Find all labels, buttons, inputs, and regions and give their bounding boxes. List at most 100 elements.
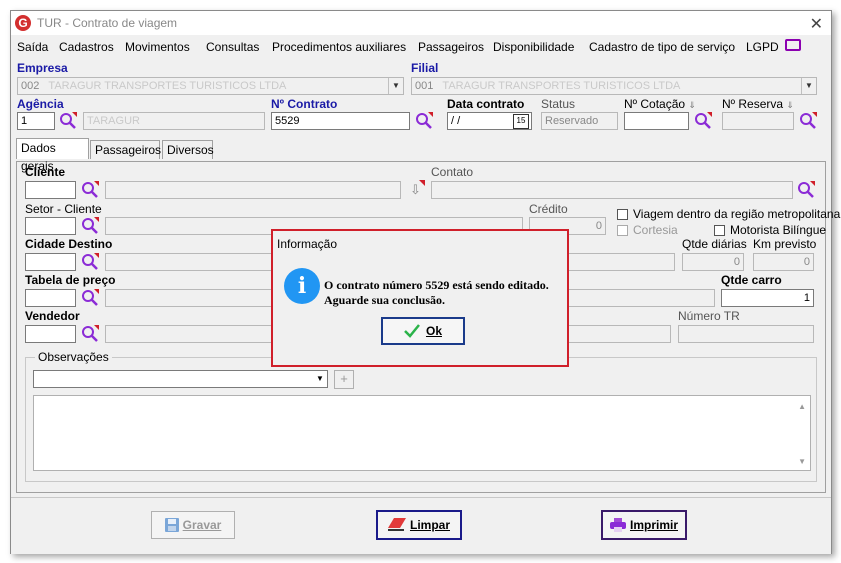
dialog-title: Informação [277, 237, 338, 251]
filial-select[interactable]: 001 TARAGUR TRANSPORTES TURISTICOS LTDA … [411, 77, 817, 95]
status-value: Reservado [541, 112, 618, 130]
observacoes-label: Observações [35, 350, 112, 364]
setor-input[interactable] [25, 217, 76, 235]
data-contrato-input[interactable]: / / 15 [447, 112, 532, 130]
cotacao-label: Nº Cotação ⇓ [624, 97, 696, 111]
gravar-button[interactable]: Gravar [151, 511, 235, 539]
imprimir-button[interactable]: Imprimir [601, 510, 687, 540]
search-icon[interactable] [81, 325, 99, 343]
chevron-down-icon[interactable]: ▼ [801, 78, 816, 94]
arrow-down-icon: ⇓ [688, 100, 696, 110]
numero-tr-input [678, 325, 814, 343]
menu-cadastro-tipo-servico[interactable]: Cadastro de tipo de serviço [589, 40, 735, 54]
tab-diversos[interactable]: Diversos [162, 140, 214, 159]
qtde-carro-input[interactable]: 1 [721, 289, 814, 307]
reserva-label: Nº Reserva ⇓ [722, 97, 794, 111]
search-icon[interactable] [415, 112, 433, 130]
vendedor-label: Vendedor [25, 309, 80, 323]
numero-tr-label: Número TR [678, 309, 740, 323]
button-bar: Gravar Limpar Imprimir [11, 497, 831, 554]
tabela-label: Tabela de preço [25, 273, 116, 287]
cliente-input[interactable] [25, 181, 76, 199]
dialog-message-line2: Aguarde sua conclusão. [324, 293, 446, 307]
cidade-input[interactable] [25, 253, 76, 271]
ok-button[interactable]: Ok [381, 317, 465, 345]
scroll-down-icon[interactable]: ▼ [798, 457, 806, 466]
credito-label: Crédito [529, 202, 568, 216]
search-icon[interactable] [81, 217, 99, 235]
cortesia-label: Cortesia [633, 223, 678, 237]
empresa-code: 002 [21, 80, 40, 92]
contrato-input[interactable]: 5529 [271, 112, 410, 130]
menu-saida[interactable]: Saída [17, 40, 48, 54]
menu-passageiros[interactable]: Passageiros [418, 40, 484, 54]
km-previsto-value: 0 [753, 253, 814, 271]
checkmark-icon [404, 324, 420, 338]
info-icon: i [284, 268, 320, 304]
qtde-diarias-value: 0 [682, 253, 744, 271]
ok-label: Ok [425, 324, 442, 338]
vendedor-input[interactable] [25, 325, 76, 343]
printer-icon [609, 518, 626, 532]
dialog-message: O contrato número 5529 está sendo editad… [324, 278, 549, 308]
required-marker-icon [419, 180, 425, 186]
search-icon[interactable] [799, 112, 817, 130]
search-icon[interactable] [59, 112, 77, 130]
menu-lgpd[interactable]: LGPD [746, 40, 779, 54]
observacoes-textarea[interactable]: ▲ ▼ [33, 395, 811, 471]
motorista-bilingue-checkbox[interactable] [714, 225, 725, 236]
cotacao-input[interactable] [624, 112, 689, 130]
menu-disponibilidade[interactable]: Disponibilidade [493, 40, 574, 54]
search-icon[interactable] [81, 181, 99, 199]
monitor-icon[interactable] [785, 39, 801, 51]
menu-consultas[interactable]: Consultas [206, 40, 259, 54]
cortesia-checkbox[interactable] [617, 225, 628, 236]
agencia-name-text: TARAGUR [87, 115, 140, 127]
motorista-bilingue-label: Motorista Bilíngue [730, 223, 827, 237]
limpar-button[interactable]: Limpar [376, 510, 462, 540]
search-icon[interactable] [797, 181, 815, 199]
limpar-label: Limpar [409, 518, 450, 532]
tab-dados-gerais[interactable]: Dados gerais [16, 138, 89, 173]
info-dialog: Informação i O contrato número 5529 está… [271, 229, 569, 367]
close-button[interactable]: ✕ [810, 14, 823, 34]
tabela-input[interactable] [25, 289, 76, 307]
menu-movimentos[interactable]: Movimentos [125, 40, 190, 54]
data-contrato-label: Data contrato [447, 97, 525, 111]
menu-bar: Saída Cadastros Movimentos Consultas Pro… [11, 37, 831, 57]
dialog-message-line1: O contrato número 5529 está sendo editad… [324, 278, 549, 292]
imprimir-label: Imprimir [629, 518, 678, 532]
agencia-input[interactable]: 1 [17, 112, 55, 130]
reserva-label-text: Nº Reserva [722, 97, 784, 111]
calendar-icon[interactable]: 15 [513, 114, 529, 129]
save-icon [164, 518, 179, 532]
eraser-icon [387, 518, 406, 531]
menu-cadastros[interactable]: Cadastros [59, 40, 114, 54]
empresa-select[interactable]: 002 TARAGUR TRANSPORTES TURISTICOS LTDA … [17, 77, 404, 95]
scroll-up-icon[interactable]: ▲ [798, 402, 806, 411]
reserva-input [722, 112, 794, 130]
cotacao-label-text: Nº Cotação [624, 97, 686, 111]
search-icon[interactable] [81, 289, 99, 307]
search-icon[interactable] [81, 253, 99, 271]
contato-label: Contato [431, 165, 474, 179]
tab-passageiros[interactable]: Passageiros [90, 140, 161, 159]
observacoes-select[interactable]: ▼ [33, 370, 328, 388]
viagem-metro-checkbox[interactable] [617, 209, 628, 220]
contato-input [431, 181, 793, 199]
app-logo-icon: G [15, 15, 31, 31]
km-previsto-label: Km previsto [753, 237, 817, 251]
add-icon[interactable]: + [334, 370, 354, 389]
arrow-down-icon: ⇓ [786, 100, 794, 110]
contrato-label: Nº Contrato [271, 97, 338, 111]
empresa-label: Empresa [17, 61, 68, 75]
agencia-name: TARAGUR [83, 112, 265, 130]
chevron-down-icon[interactable]: ▼ [388, 78, 403, 94]
cliente-name [105, 181, 401, 199]
viagem-metro-label: Viagem dentro da região metropolitana [633, 207, 841, 221]
data-contrato-value: / / [451, 115, 461, 127]
menu-procedimentos[interactable]: Procedimentos auxiliares [272, 40, 406, 54]
cidade-label: Cidade Destino [25, 237, 113, 251]
chevron-down-icon[interactable]: ▼ [313, 371, 327, 387]
search-icon[interactable] [694, 112, 712, 130]
